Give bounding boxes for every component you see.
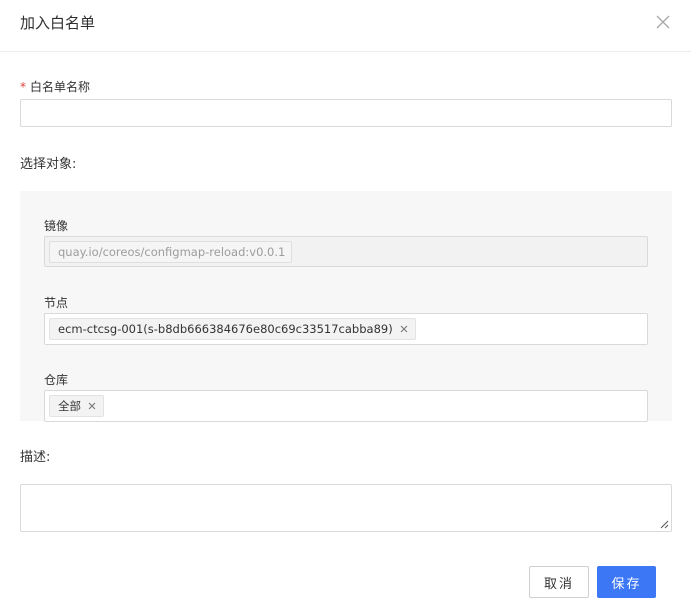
select-objects-panel: 镜像 quay.io/coreos/configmap-reload:v0.0.… <box>20 191 672 422</box>
image-select: quay.io/coreos/configmap-reload:v0.0.1 <box>44 236 648 267</box>
repository-label: 仓库 <box>44 373 69 387</box>
node-label: 节点 <box>44 296 69 310</box>
description-textarea[interactable] <box>20 484 672 532</box>
required-mark: * <box>20 80 26 94</box>
dialog-title: 加入白名单 <box>20 14 96 32</box>
image-tag: quay.io/coreos/configmap-reload:v0.0.1 <box>49 240 293 263</box>
tag-close-icon[interactable] <box>87 401 97 411</box>
save-button[interactable]: 保存 <box>597 566 656 598</box>
node-tag: ecm-ctcsg-001(s-b8db666384676e80c69c3351… <box>49 318 416 340</box>
name-label-text: 白名单名称 <box>30 80 91 94</box>
image-label: 镜像 <box>44 219 69 233</box>
whitelist-name-input[interactable] <box>20 99 672 127</box>
node-select[interactable]: ecm-ctcsg-001(s-b8db666384676e80c69c3351… <box>44 313 648 345</box>
image-tag-text: quay.io/coreos/configmap-reload:v0.0.1 <box>58 244 286 259</box>
description-label: 描述: <box>20 450 51 465</box>
tag-close-icon[interactable] <box>399 324 409 334</box>
resize-handle-icon[interactable] <box>659 519 669 529</box>
repository-tag-text: 全部 <box>58 399 81 413</box>
whitelist-dialog: 加入白名单 * 白名单名称 选择对象: 镜像 quay.io/coreos/con… <box>0 0 691 613</box>
cancel-button[interactable]: 取消 <box>529 566 589 598</box>
dialog-header: 加入白名单 <box>0 0 691 52</box>
node-tag-text: ecm-ctcsg-001(s-b8db666384676e80c69c3351… <box>58 322 393 336</box>
name-label: * 白名单名称 <box>20 79 90 95</box>
repository-tag: 全部 <box>49 395 104 417</box>
close-icon[interactable] <box>655 14 671 30</box>
select-objects-label: 选择对象: <box>20 157 77 172</box>
repository-select[interactable]: 全部 <box>44 390 648 422</box>
